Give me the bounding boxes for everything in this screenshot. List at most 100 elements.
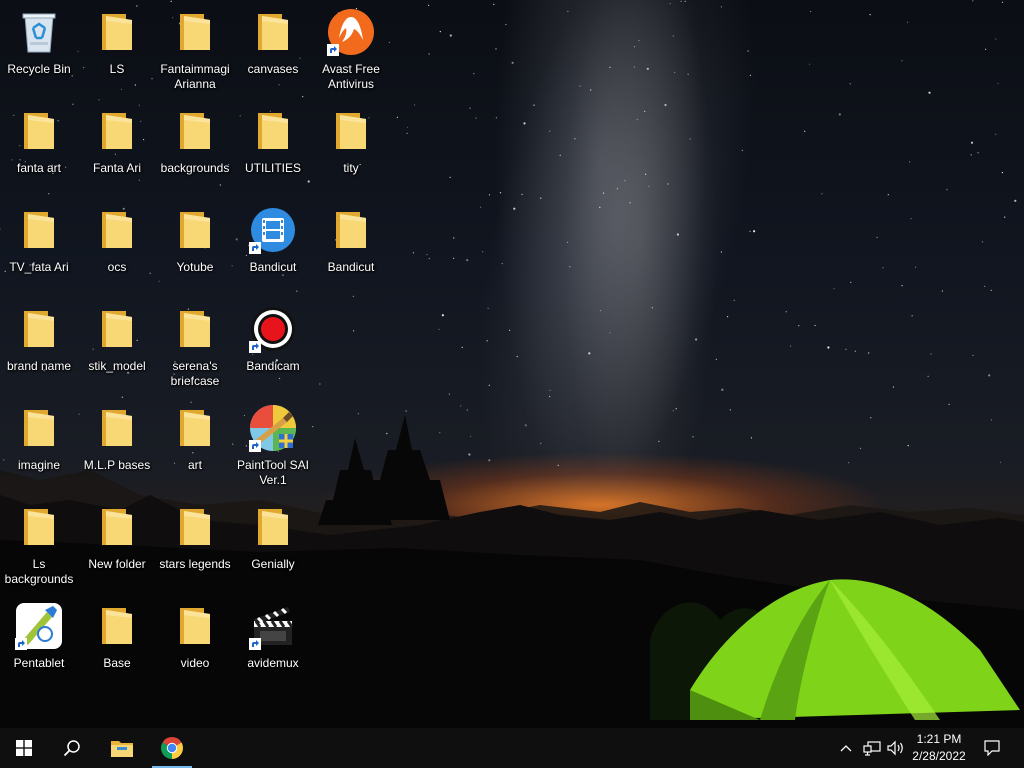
desktop-icon-ls[interactable]: LS xyxy=(78,2,156,98)
chrome-icon xyxy=(161,737,183,759)
desktop-icon-label: Pentablet xyxy=(13,656,65,670)
avidemux-icon xyxy=(249,602,297,650)
desktop-icon-label: LS xyxy=(109,62,125,76)
taskbar-file-explorer[interactable] xyxy=(98,728,146,768)
desktop-icon-ocs[interactable]: ocs xyxy=(78,200,156,296)
desktop-icon-avast-free-antivirus[interactable]: Avast Free Antivirus xyxy=(312,2,390,98)
desktop-icon-label: PaintTool SAI Ver.1 xyxy=(236,458,310,487)
desktop-icon-label: backgrounds xyxy=(160,161,230,175)
chevron-up-icon xyxy=(840,745,852,752)
desktop-icon-label: avidemux xyxy=(247,656,299,670)
desktop-icon-avidemux[interactable]: avidemux xyxy=(234,596,312,692)
desktop-icon-bandicut[interactable]: Bandicut xyxy=(234,200,312,296)
desktop-icon-fanta-ari[interactable]: Fanta Ari xyxy=(78,101,156,197)
desktop-icon-label: Bandicut xyxy=(249,260,297,274)
folder-icon xyxy=(15,206,63,254)
folder-icon xyxy=(171,305,219,353)
desktop-icon-label: fanta art xyxy=(16,161,62,175)
shortcut-arrow-icon xyxy=(249,440,261,452)
desktop-icon-label: UTILITIES xyxy=(244,161,301,175)
desktop-icon-label: New folder xyxy=(88,557,146,571)
desktop-icon-painttool-sai-ver-1[interactable]: PaintTool SAI Ver.1 xyxy=(234,398,312,494)
folder-icon xyxy=(171,8,219,56)
desktop-icon-bandicut[interactable]: Bandicut xyxy=(312,200,390,296)
desktop-icon-utilities[interactable]: UTILITIES xyxy=(234,101,312,197)
desktop-icon-fanta-art[interactable]: fanta art xyxy=(0,101,78,197)
recycle-bin-icon xyxy=(15,8,63,56)
desktop-icon-ls-backgrounds[interactable]: Ls backgrounds xyxy=(0,497,78,593)
desktop-icon-tity[interactable]: tity xyxy=(312,101,390,197)
volume-icon xyxy=(887,740,903,756)
desktop-icon-stars-legends[interactable]: stars legends xyxy=(156,497,234,593)
taskbar: 1:21 PM 2/28/2022 xyxy=(0,728,1024,768)
folder-icon xyxy=(93,8,141,56)
desktop-icon-label: art xyxy=(187,458,202,472)
folder-icon xyxy=(171,206,219,254)
desktop-icon-label: brand name xyxy=(6,359,72,373)
desktop-icon-label: Bandicut xyxy=(327,260,375,274)
desktop-icon-base[interactable]: Base xyxy=(78,596,156,692)
start-button[interactable] xyxy=(0,728,48,768)
folder-icon xyxy=(15,503,63,551)
desktop-icon-tv-fata-ari[interactable]: TV_fata Ari xyxy=(0,200,78,296)
folder-icon xyxy=(93,404,141,452)
shortcut-arrow-icon xyxy=(249,242,261,254)
shortcut-arrow-icon xyxy=(327,44,339,56)
desktop-icon-label: M.L.P bases xyxy=(83,458,151,472)
volume-button[interactable] xyxy=(886,738,906,758)
taskbar-chrome[interactable] xyxy=(148,728,196,768)
painttool-sai-icon xyxy=(249,404,297,452)
desktop-icon-label: stik_model xyxy=(88,359,146,373)
desktop-icon-label: Bandicam xyxy=(246,359,300,373)
desktop-icon-brand-name[interactable]: brand name xyxy=(0,299,78,395)
folder-icon xyxy=(93,602,141,650)
folder-icon xyxy=(93,503,141,551)
clock-time: 1:21 PM xyxy=(916,732,962,746)
desktop-icon-grid: Recycle Bin LS Fantaimmagi Arianna canvases… xyxy=(0,0,1024,720)
desktop-icon-backgrounds[interactable]: backgrounds xyxy=(156,101,234,197)
desktop-icon-fantaimmagi-arianna[interactable]: Fantaimmagi Arianna xyxy=(156,2,234,98)
desktop-icon-imagine[interactable]: imagine xyxy=(0,398,78,494)
desktop-icon-label: Recycle Bin xyxy=(7,62,71,76)
desktop-icon-m-l-p-bases[interactable]: M.L.P bases xyxy=(78,398,156,494)
desktop-icon-label: Yotube xyxy=(176,260,214,274)
folder-icon xyxy=(171,503,219,551)
action-center-button[interactable] xyxy=(982,738,1002,758)
shortcut-arrow-icon xyxy=(15,638,27,650)
pentablet-icon xyxy=(15,602,63,650)
desktop-icon-new-folder[interactable]: New folder xyxy=(78,497,156,593)
desktop-icon-pentablet[interactable]: Pentablet xyxy=(0,596,78,692)
show-hidden-icons-button[interactable] xyxy=(838,738,854,758)
folder-icon xyxy=(327,206,375,254)
desktop-icon-label: serena's briefcase xyxy=(170,359,220,388)
desktop-icon-label: Base xyxy=(103,656,131,670)
folder-icon xyxy=(171,404,219,452)
desktop-icon-bandicam[interactable]: Bandicam xyxy=(234,299,312,395)
file-explorer-icon xyxy=(111,741,133,757)
desktop-icon-label: canvases xyxy=(247,62,299,76)
desktop-icon-label: Fantaimmagi Arianna xyxy=(160,62,230,91)
folder-icon xyxy=(249,8,297,56)
search-button[interactable] xyxy=(48,728,96,768)
desktop-icon-genially[interactable]: Genially xyxy=(234,497,312,593)
shortcut-arrow-icon xyxy=(249,341,261,353)
folder-icon xyxy=(249,503,297,551)
desktop-icon-label: ocs xyxy=(107,260,127,274)
folder-icon xyxy=(171,107,219,155)
desktop-icon-label: TV_fata Ari xyxy=(9,260,69,274)
folder-icon xyxy=(15,305,63,353)
desktop-icon-yotube[interactable]: Yotube xyxy=(156,200,234,296)
folder-icon xyxy=(93,107,141,155)
desktop-icon-stik-model[interactable]: stik_model xyxy=(78,299,156,395)
network-button[interactable] xyxy=(862,738,882,758)
taskbar-clock[interactable]: 1:21 PM 2/28/2022 xyxy=(906,731,972,765)
desktop-icon-canvases[interactable]: canvases xyxy=(234,2,312,98)
desktop-icon-label: stars legends xyxy=(159,557,231,571)
desktop-icon-video[interactable]: video xyxy=(156,596,234,692)
desktop-icon-art[interactable]: art xyxy=(156,398,234,494)
desktop-icon-label: Fanta Ari xyxy=(92,161,142,175)
desktop-icon-recycle-bin[interactable]: Recycle Bin xyxy=(0,2,78,98)
folder-icon xyxy=(93,206,141,254)
desktop-icon-serena-s-briefcase[interactable]: serena's briefcase xyxy=(156,299,234,395)
bandicut-icon xyxy=(249,206,297,254)
